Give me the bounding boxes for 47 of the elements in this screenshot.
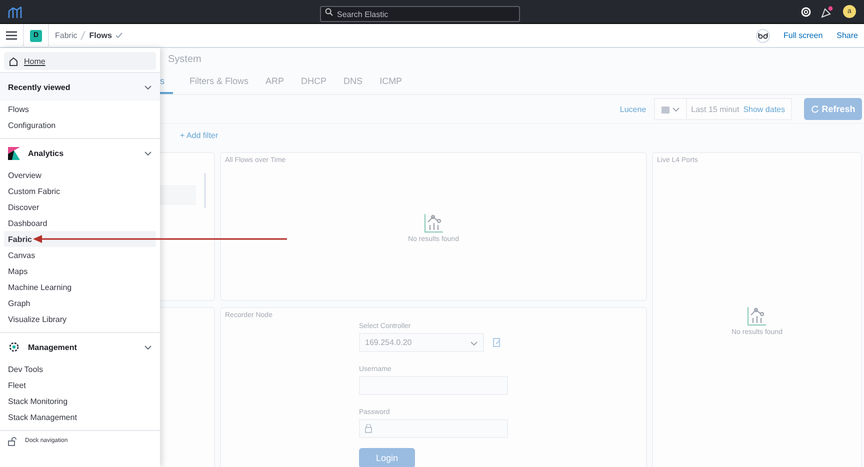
- nav-item[interactable]: Machine Learning: [4, 279, 156, 295]
- nav-item[interactable]: Flows: [4, 101, 156, 117]
- header-link[interactable]: Full screen: [784, 31, 823, 40]
- chevron-icon: [144, 149, 152, 157]
- home-link[interactable]: Home: [4, 52, 156, 70]
- breadcrumb: Flows: [89, 31, 112, 40]
- nav-group-header[interactable]: Management: [0, 333, 160, 361]
- nav-item[interactable]: Fleet: [4, 377, 156, 393]
- chevron-icon: [470, 338, 478, 346]
- breadcrumb[interactable]: Fabric: [55, 31, 78, 40]
- help-icon[interactable]: [801, 6, 811, 16]
- analytics-logo-icon: [8, 146, 20, 160]
- password-field[interactable]: [359, 419, 508, 438]
- chevron-icon: [144, 83, 152, 91]
- nav-item[interactable]: Graph: [4, 295, 156, 311]
- search-icon: [325, 8, 333, 16]
- nav-item[interactable]: Dashboard: [4, 215, 156, 231]
- nav-item[interactable]: Custom Fabric: [4, 183, 156, 199]
- nav-item[interactable]: Discover: [4, 199, 156, 215]
- slash-icon: [80, 31, 86, 40]
- time-range: Last 15 minut: [690, 104, 740, 114]
- nav-group-header[interactable]: Recently viewed: [0, 73, 160, 101]
- nav-item[interactable]: Visualize Library: [4, 311, 156, 327]
- home-icon: [9, 56, 18, 66]
- nav-item[interactable]: Configuration: [4, 117, 156, 133]
- nav-item[interactable]: Overview: [4, 167, 156, 183]
- nav-item[interactable]: Maps: [4, 263, 156, 279]
- refresh-icon: [810, 105, 819, 113]
- nav-item[interactable]: Stack Management: [4, 409, 156, 425]
- page-title: System: [168, 54, 202, 64]
- chevron-icon: [144, 343, 152, 351]
- lock-icon: [8, 436, 17, 446]
- menu-icon[interactable]: [6, 31, 17, 40]
- chart-logo-icon[interactable]: [8, 4, 22, 18]
- header-link[interactable]: Share: [836, 31, 858, 40]
- search-field[interactable]: Search Elastic: [320, 6, 520, 22]
- nav-group-header[interactable]: Analytics: [0, 139, 160, 167]
- lock-icon: [365, 424, 372, 433]
- gear-icon: [8, 341, 20, 353]
- nav-item[interactable]: Stack Monitoring: [4, 393, 156, 409]
- nav-item[interactable]: Canvas: [4, 247, 156, 263]
- nav-item[interactable]: Fabric: [4, 231, 156, 247]
- chevron-icon: [672, 105, 680, 113]
- chart-icon: [747, 306, 767, 326]
- check-icon: [114, 32, 123, 39]
- chart-icon: [424, 213, 444, 233]
- nav-item[interactable]: Dev Tools: [4, 361, 156, 377]
